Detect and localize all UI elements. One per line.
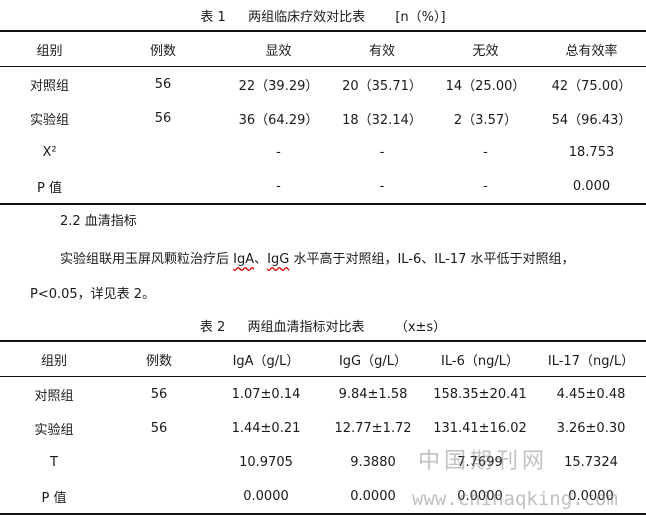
paragraph-term-igg: IgG: [267, 252, 290, 267]
table-cell: 9.3880: [350, 454, 396, 470]
table1-caption-unit: [n（%）]: [395, 10, 446, 25]
table-row: 对照组 56 1.07±0.14 9.84±1.58 158.35±20.41 …: [0, 377, 646, 412]
table-cell: P 值: [41, 490, 67, 506]
table-cell: -: [483, 144, 488, 160]
table-cell: [99, 169, 227, 204]
table-cell: 14（25.00）: [445, 78, 526, 94]
table-row: 对照组 56 22（39.29） 20（35.71） 14（25.00） 42（…: [0, 67, 646, 102]
table-row: 实验组 56 1.44±0.21 12.77±1.72 131.41±16.02…: [0, 411, 646, 445]
table2-header-cell: IL-17（ng/L）: [536, 341, 646, 377]
section-paragraph-line2: P<0.05，详见表 2。: [30, 287, 156, 302]
paragraph-term-iga: IgA: [233, 252, 255, 267]
table-cell: 56: [150, 386, 168, 402]
table2-header-row: 组别 例数 IgA（g/L） IgG（g/L） IL-6（ng/L） IL-17…: [0, 341, 646, 377]
table-row: 实验组 56 36（64.29） 18（32.14） 2（3.57） 54（96…: [0, 101, 646, 135]
table2-caption-label: 表 2: [199, 320, 226, 335]
table1-header-cell: 显效: [227, 31, 330, 67]
table-cell: 36（64.29）: [238, 112, 319, 128]
table2-header-cell: IgG（g/L）: [322, 341, 424, 377]
table-cell: 54（96.43）: [551, 112, 632, 128]
table-cell: 1.07±0.14: [231, 386, 301, 402]
table-cell: 15.7324: [564, 454, 618, 470]
table-cell: 2（3.57）: [453, 112, 518, 128]
table-cell: -: [276, 144, 281, 160]
table-cell: [108, 445, 210, 479]
table2-caption: 表 2 两组血清指标对比表 （x±s）: [0, 316, 646, 335]
table-cell: [99, 135, 227, 169]
table-cell: 20（35.71）: [342, 78, 422, 94]
table2-header-cell: 组别: [0, 341, 108, 377]
table-cell: 4.45±0.48: [556, 386, 626, 402]
table-cell: 0.000: [572, 178, 611, 194]
watermark-cn: 中国期刊网: [418, 449, 549, 474]
table-cell: 对照组: [29, 78, 69, 94]
table-cell: 18（32.14）: [342, 112, 422, 128]
table-cell: X²: [42, 144, 57, 160]
table2-header-cell: IL-6（ng/L）: [424, 341, 536, 377]
table1-header-cell: 无效: [434, 31, 537, 67]
table1-header-row: 组别 例数 显效 有效 无效 总有效率: [0, 31, 646, 67]
table-cell: 56: [154, 76, 172, 92]
table-row: T 10.9705 9.3880 7.7699 15.7324: [0, 445, 646, 479]
table-cell: 18.753: [568, 144, 615, 160]
table-cell: T: [50, 454, 58, 470]
table2-caption-title: 两组血清指标对比表: [247, 320, 365, 335]
table-cell: 对照组: [34, 388, 74, 404]
table-cell: 3.26±0.30: [556, 420, 626, 436]
paragraph-text: 水平高于对照组，IL-6、IL-17 水平低于对照组，: [293, 252, 575, 267]
table-cell: 1.44±0.21: [231, 420, 301, 436]
paragraph-text: 实验组联用玉屏风颗粒治疗后: [60, 252, 230, 267]
table1-caption-label: 表 1: [200, 10, 226, 25]
paragraph-separator: 、: [254, 252, 268, 267]
table-cell: 56: [150, 420, 168, 436]
table-cell: 实验组: [29, 112, 69, 128]
table-cell: 12.77±1.72: [334, 420, 412, 436]
table1-caption-title: 两组临床疗效对比表: [248, 10, 366, 25]
table1-header-cell: 有效: [330, 31, 434, 67]
section-heading: 2.2 血清指标: [60, 214, 137, 229]
table-cell: 10.9705: [239, 454, 293, 470]
table-cell: 131.41±16.02: [433, 420, 527, 436]
table-cell: 9.84±1.58: [338, 386, 408, 402]
table2-header-cell: IgA（g/L）: [210, 341, 322, 377]
table-cell: 42（75.00）: [551, 78, 632, 94]
table1: 组别 例数 显效 有效 无效 总有效率 对照组 56 22（39.29） 20（…: [0, 30, 646, 205]
table-cell: [108, 479, 210, 514]
table-cell: 实验组: [34, 422, 74, 438]
table-cell: -: [276, 178, 281, 194]
table-row: X² - - - 18.753: [0, 135, 646, 169]
table1-caption: 表 1 两组临床疗效对比表 [n（%）]: [0, 6, 646, 25]
table1-header-cell: 例数: [99, 31, 227, 67]
table-cell: P 值: [37, 180, 62, 196]
table-cell: -: [379, 178, 385, 194]
table2-header-cell: 例数: [108, 341, 210, 377]
table-row: P 值 - - - 0.000: [0, 169, 646, 204]
section-paragraph-line1: 实验组联用玉屏风颗粒治疗后 IgA、IgG 水平高于对照组，IL-6、IL-17…: [60, 248, 575, 267]
table2-caption-unit: （x±s）: [394, 320, 447, 335]
table-cell: 0.0000: [243, 488, 289, 504]
table-cell: 22（39.29）: [238, 78, 319, 94]
table-cell: 0.0000: [350, 488, 396, 504]
table1-header-cell: 总有效率: [537, 31, 646, 67]
table-cell: -: [379, 144, 385, 160]
table-cell: 158.35±20.41: [433, 386, 527, 402]
table-cell: 56: [154, 110, 172, 126]
watermark-url: www.chinaqking.com: [412, 488, 618, 510]
table-cell: -: [483, 178, 488, 194]
table1-header-cell: 组别: [0, 31, 99, 67]
